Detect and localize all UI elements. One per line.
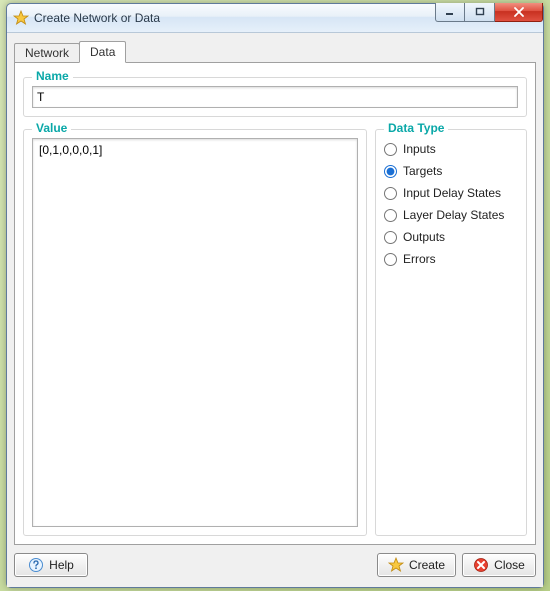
create-button-label: Create [409, 558, 445, 572]
create-button[interactable]: Create [377, 553, 456, 577]
fieldset-value: Value [0,1,0,0,0,1] [23, 129, 367, 536]
radio-item[interactable]: Targets [384, 164, 518, 178]
radio-input[interactable] [384, 231, 397, 244]
radio-item[interactable]: Input Delay States [384, 186, 518, 200]
close-button-label: Close [494, 558, 525, 572]
client-area: Network Data Name Value [0,1,0,0,0,1] Da… [7, 33, 543, 587]
tab-data-label: Data [90, 45, 115, 59]
legend-value: Value [32, 121, 71, 135]
value-textarea[interactable]: [0,1,0,0,0,1] [32, 138, 358, 527]
data-type-radio-group: Inputs Targets Input Delay States Layer Del… [384, 138, 518, 266]
radio-label: Layer Delay States [403, 208, 504, 222]
help-button-label: Help [49, 558, 74, 572]
help-button[interactable]: Help [14, 553, 88, 577]
maximize-button[interactable] [465, 3, 495, 22]
tab-data[interactable]: Data [79, 41, 126, 63]
minimize-button[interactable] [435, 3, 465, 22]
radio-item[interactable]: Errors [384, 252, 518, 266]
row-value-type: Value [0,1,0,0,0,1] Data Type Inputs Targ… [23, 123, 527, 536]
radio-input[interactable] [384, 253, 397, 266]
radio-item[interactable]: Outputs [384, 230, 518, 244]
title-bar[interactable]: Create Network or Data [7, 4, 543, 33]
fieldset-name: Name [23, 77, 527, 117]
star-icon [388, 557, 404, 573]
radio-input[interactable] [384, 165, 397, 178]
help-icon [28, 557, 44, 573]
radio-item[interactable]: Inputs [384, 142, 518, 156]
legend-name: Name [32, 69, 73, 83]
radio-label: Outputs [403, 230, 445, 244]
window-close-button[interactable] [495, 3, 543, 22]
radio-input[interactable] [384, 143, 397, 156]
tab-panel-data: Name Value [0,1,0,0,0,1] Data Type Input… [14, 62, 536, 545]
window-title: Create Network or Data [34, 11, 435, 25]
close-button[interactable]: Close [462, 553, 536, 577]
radio-label: Input Delay States [403, 186, 501, 200]
radio-label: Inputs [403, 142, 436, 156]
window-controls [435, 4, 543, 32]
tab-network-label: Network [25, 46, 69, 60]
radio-item[interactable]: Layer Delay States [384, 208, 518, 222]
radio-label: Targets [403, 164, 442, 178]
close-icon [473, 557, 489, 573]
radio-input[interactable] [384, 209, 397, 222]
app-icon [13, 10, 29, 26]
dialog-footer: Help Create Close [14, 545, 536, 579]
tab-network[interactable]: Network [14, 43, 80, 62]
radio-label: Errors [403, 252, 436, 266]
dialog-window: Create Network or Data Network Data Na [6, 3, 544, 588]
tab-strip: Network Data [14, 40, 536, 62]
fieldset-data-type: Data Type InputsTargetsInput Delay State… [375, 129, 527, 536]
radio-input[interactable] [384, 187, 397, 200]
legend-data-type: Data Type [384, 121, 448, 135]
name-input[interactable] [32, 86, 518, 108]
